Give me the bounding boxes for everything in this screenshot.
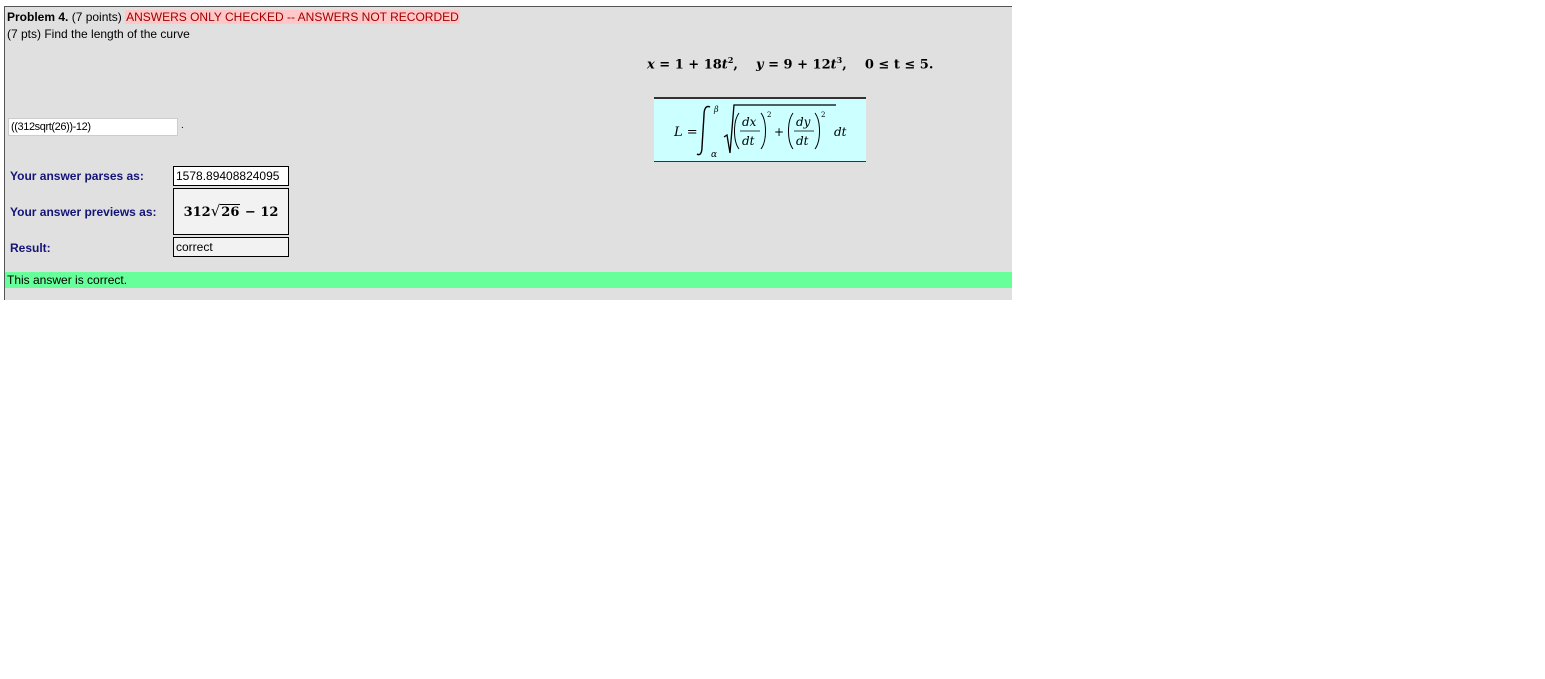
preview-sqrt: √26 [210,202,241,220]
preview-coefficient: 312 [183,205,211,220]
parses-as-value: 1578.89408824095 [173,166,289,186]
formula-plus: + [774,125,784,139]
answer-input[interactable] [8,118,178,136]
formula-lhs: L = [673,125,698,140]
parses-as-label: Your answer parses as: [10,169,144,183]
question-text: (7 pts) Find the length of the curve [7,27,190,41]
dy-numerator: dy [796,115,811,129]
svg-text:2: 2 [767,111,771,119]
previews-as-value: 312√26 − 12 [173,188,289,235]
formula-graphic: L = β α dx dt 2 + dy dt 2 dt [673,104,847,160]
problem-container: Problem 4. (7 points) ANSWERS ONLY CHECK… [4,6,1012,300]
preview-radicand: 26 [220,204,241,220]
t-range: 0 ≤ t ≤ 5. [864,57,934,73]
svg-text:2: 2 [821,111,825,119]
integral-upper-limit: β [713,105,719,114]
dx-numerator: dx [742,115,757,129]
correct-message-bar: This answer is correct. [5,272,1012,288]
formula-dt: dt [834,125,847,139]
problem-number: Problem 4. [7,10,69,24]
dt-denominator-2: dt [796,134,809,148]
result-value: correct [173,237,289,257]
y-equation: = 9 + 12 [768,57,831,73]
integral-lower-limit: α [711,150,717,160]
x-equation: = 1 + 18 [659,57,722,73]
answers-not-recorded-warning: ANSWERS ONLY CHECKED -- ANSWERS NOT RECO… [125,10,460,24]
answer-trailing-dot: . [181,120,184,131]
curve-equation: x = 1 + 18t2, y = 9 + 12t3, 0 ≤ t ≤ 5. [647,55,934,73]
preview-tail: − 12 [244,205,279,220]
arc-length-formula: L = β α dx dt 2 + dy dt 2 dt [654,97,866,162]
dt-denominator-1: dt [742,134,755,148]
problem-points: (7 points) [71,10,122,24]
previews-as-label: Your answer previews as: [10,205,157,219]
problem-header: Problem 4. (7 points) ANSWERS ONLY CHECK… [7,10,460,24]
result-label: Result: [10,241,51,255]
